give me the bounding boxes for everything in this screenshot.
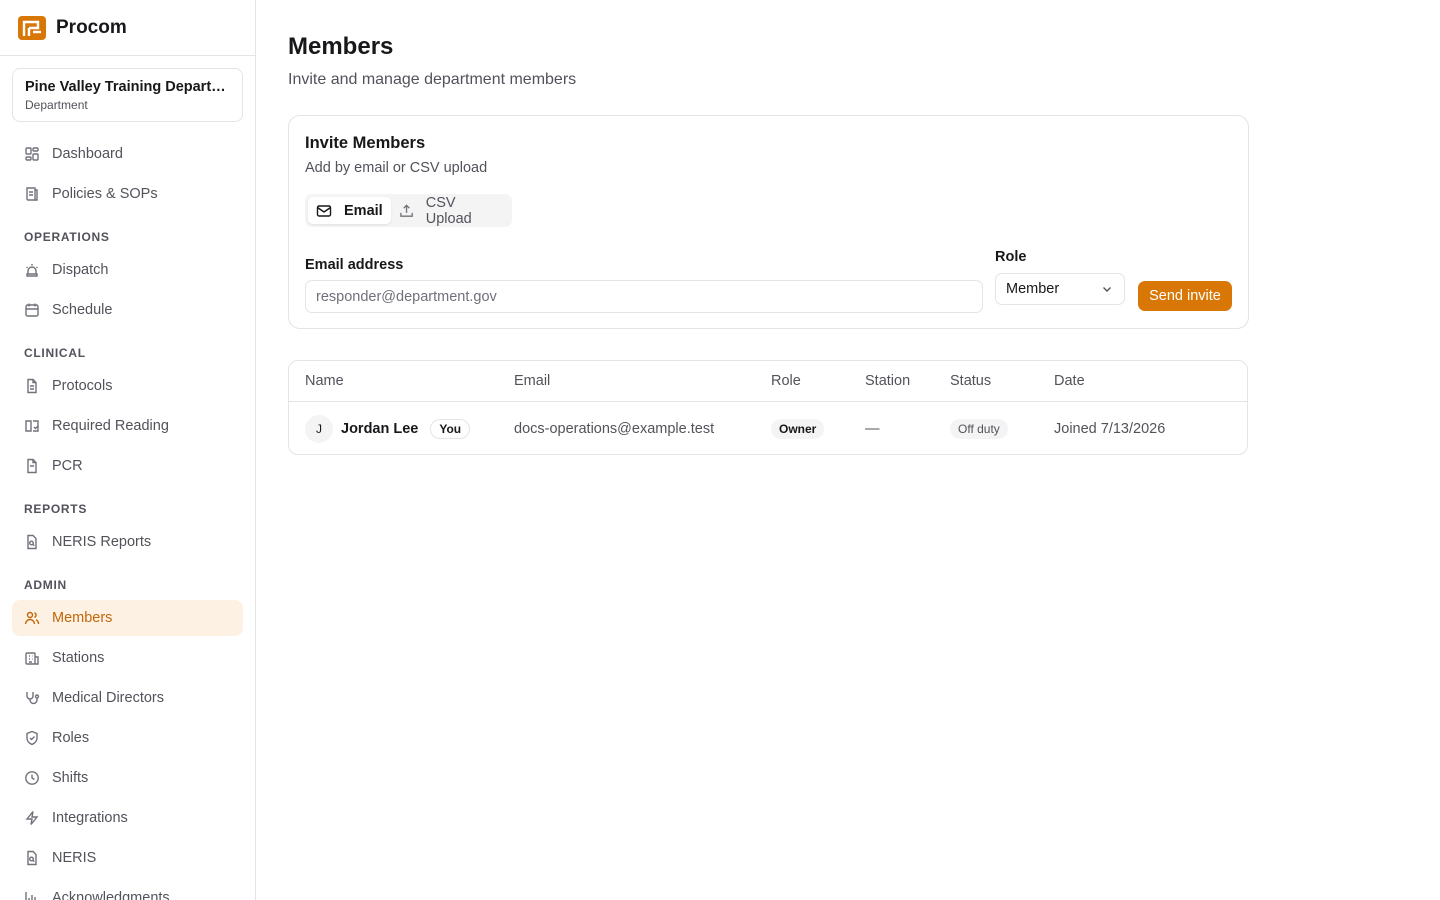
sidebar-item-label: Policies & SOPs (52, 186, 158, 202)
sidebar-item-label: PCR (52, 458, 83, 474)
sidebar-item-members[interactable]: Members (12, 600, 243, 636)
sidebar-item-label: Schedule (52, 302, 113, 318)
email-field[interactable] (305, 280, 983, 313)
sidebar-item-roles[interactable]: Roles (12, 720, 243, 756)
file-icon (27, 458, 37, 474)
section-label-reports: REPORTS (24, 502, 88, 516)
tab-label: CSV Upload (425, 194, 472, 227)
sidebar-item-label: Shifts (52, 770, 89, 786)
upload-icon (399, 203, 413, 217)
sidebar-item-label: Acknowledgments (52, 890, 170, 900)
sidebar-item-protocols[interactable]: Protocols (12, 368, 243, 404)
file-search-icon (27, 850, 37, 866)
sidebar-item-label: Required Reading (52, 418, 169, 434)
status-badge: Off duty (950, 418, 1008, 439)
book-open-check-icon (25, 420, 39, 432)
email-field-label: Email address (305, 257, 404, 273)
stethoscope-icon (26, 692, 40, 705)
sidebar-item-acknowledgments[interactable]: Acknowledgments (12, 880, 243, 900)
sidebar-item-stations[interactable]: Stations (12, 640, 243, 676)
book-icon (26, 187, 38, 201)
avatar: J (305, 414, 333, 443)
sidebar-item-neris[interactable]: NERIS (12, 840, 243, 876)
page-title: Members (288, 33, 394, 60)
column-header-station[interactable]: Station (865, 373, 910, 389)
shield-icon (26, 730, 38, 746)
invite-members-card: Invite Members Add by email or CSV uploa… (288, 115, 1249, 329)
sidebar-item-dispatch[interactable]: Dispatch (12, 252, 243, 288)
sidebar-item-pcr[interactable]: PCR (12, 448, 243, 484)
dashboard-icon (25, 147, 39, 161)
calendar-icon (25, 303, 39, 317)
member-role-cell: Owner (771, 402, 825, 454)
department-type: Department (25, 98, 88, 112)
users-icon (24, 611, 40, 625)
file-search-icon (27, 534, 37, 550)
sidebar-item-label: NERIS Reports (52, 534, 152, 550)
sidebar-item-label: NERIS (52, 850, 97, 866)
file-text-icon (27, 378, 37, 394)
section-label-admin: ADMIN (24, 578, 67, 592)
tab-csv-upload[interactable]: CSV Upload (391, 194, 509, 227)
column-header-status[interactable]: Status (950, 373, 991, 389)
column-header-date[interactable]: Date (1054, 373, 1085, 389)
sidebar-item-schedule[interactable]: Schedule (12, 292, 243, 328)
tab-label: Email (344, 202, 383, 219)
sidebar: Procom Pine Valley Training Department D… (0, 0, 256, 900)
member-station: — (865, 420, 880, 437)
table-row[interactable]: J Jordan Lee You docs-operations@example… (289, 402, 1247, 454)
section-label-clinical: CLINICAL (24, 346, 86, 360)
sidebar-item-neris-reports[interactable]: NERIS Reports (12, 524, 243, 560)
invite-card-subtitle: Add by email or CSV upload (305, 160, 488, 176)
role-select-value: Member (1006, 281, 1060, 297)
member-date: Joined 7/13/2026 (1054, 420, 1166, 437)
column-header-email[interactable]: Email (514, 373, 550, 389)
invite-card-title: Invite Members (305, 134, 426, 152)
department-switcher[interactable]: Pine Valley Training Department Departme… (12, 68, 243, 122)
procom-logo-icon (18, 15, 46, 40)
you-badge: You (430, 418, 471, 439)
member-name-cell: J Jordan Lee You (305, 402, 471, 454)
role-field-label: Role (995, 249, 1027, 265)
sidebar-item-shifts[interactable]: Shifts (12, 760, 243, 796)
chart-icon (25, 892, 36, 900)
members-table: Name Email Role Station Status Date J Jo… (288, 360, 1248, 455)
sidebar-item-label: Roles (52, 730, 90, 746)
tab-email[interactable]: Email (308, 197, 391, 224)
member-status-cell: Off duty (950, 402, 1008, 454)
zap-icon (25, 811, 39, 825)
chevron-down-icon (1103, 287, 1111, 292)
department-name: Pine Valley Training Department (25, 79, 230, 95)
sidebar-item-label: Stations (52, 650, 105, 666)
sidebar-item-policies[interactable]: Policies & SOPs (12, 176, 243, 212)
building-icon (25, 652, 39, 665)
siren-icon (26, 264, 38, 277)
role-badge: Owner (771, 418, 825, 439)
section-label-operations: OPERATIONS (24, 230, 110, 244)
sidebar-item-required-reading[interactable]: Required Reading (12, 408, 243, 444)
sidebar-item-label: Integrations (52, 810, 128, 826)
sidebar-item-medical-directors[interactable]: Medical Directors (12, 680, 243, 716)
brand[interactable]: Procom (0, 0, 255, 56)
sidebar-item-label: Dashboard (52, 146, 123, 162)
page-subtitle: Invite and manage department members (288, 71, 577, 88)
column-header-name[interactable]: Name (305, 373, 344, 389)
send-invite-button[interactable]: Send invite (1138, 281, 1232, 311)
sidebar-item-label: Dispatch (52, 262, 109, 278)
role-select[interactable]: Member (995, 273, 1125, 305)
sidebar-item-label: Protocols (52, 378, 113, 394)
sidebar-item-dashboard[interactable]: Dashboard (12, 136, 243, 172)
sidebar-item-label: Members (52, 610, 113, 626)
table-header: Name Email Role Station Status Date (289, 361, 1247, 402)
mail-icon (316, 204, 332, 217)
member-name: Jordan Lee (341, 420, 419, 437)
clock-icon (25, 771, 39, 785)
sidebar-item-integrations[interactable]: Integrations (12, 800, 243, 836)
column-header-role[interactable]: Role (771, 373, 801, 389)
invite-method-tabs: Email CSV Upload (305, 194, 512, 227)
sidebar-item-label: Medical Directors (52, 690, 164, 706)
sidebar-nav: Dashboard Policies & SOPs OPERATIONS Dis… (12, 136, 243, 900)
member-email: docs-operations@example.test (514, 420, 715, 437)
app-name: Procom (56, 16, 127, 38)
